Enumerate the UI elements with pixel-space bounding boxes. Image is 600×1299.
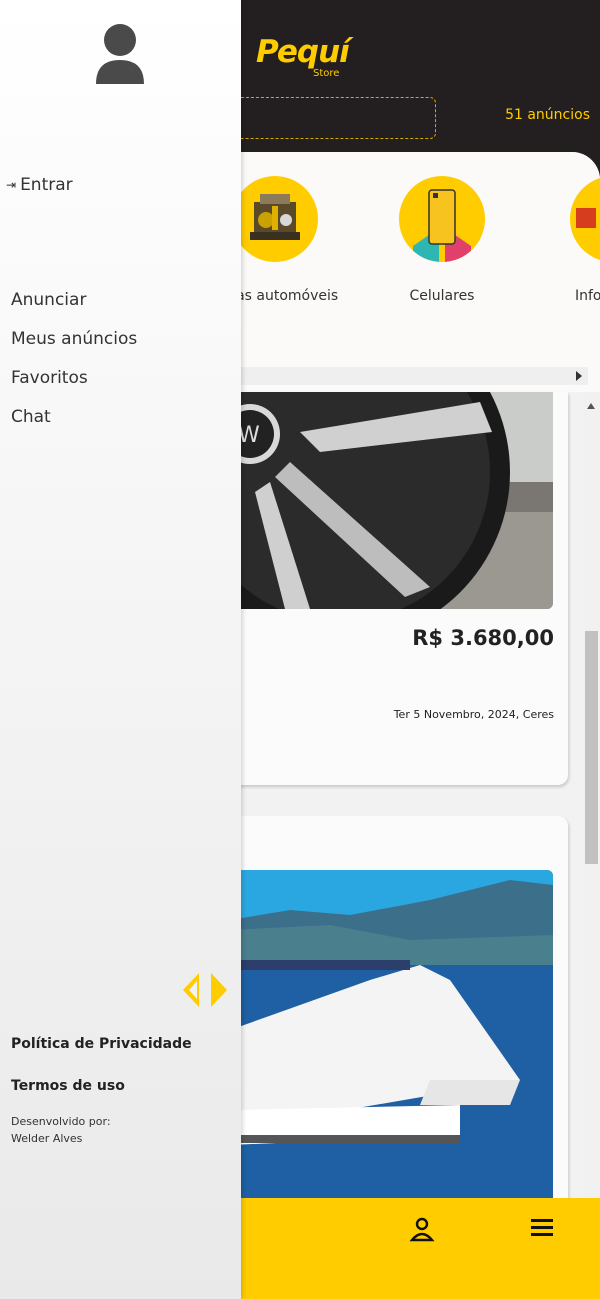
category-item[interactable]: Celulares (367, 176, 517, 304)
menu-icon[interactable] (530, 1216, 554, 1240)
category-label: Celulares (409, 288, 475, 304)
listing-date: Ter 5 Novembro, 2024, Ceres (393, 708, 554, 721)
category-label: Informática (575, 288, 600, 304)
search-input[interactable] (220, 97, 436, 139)
logo[interactable]: Pequí (256, 34, 350, 70)
category-item[interactable]: Informática (542, 176, 600, 304)
drawer-toggle-icon[interactable] (181, 971, 229, 1009)
svg-text:W: W (238, 423, 260, 448)
developer-name: Welder Alves (11, 1132, 83, 1145)
scrollbar-thumb[interactable] (585, 631, 598, 864)
informatics-icon (570, 176, 600, 262)
menu-item-anunciar[interactable]: Anunciar (11, 290, 86, 310)
menu-item-favoritos[interactable]: Favoritos (11, 368, 88, 388)
car-wheel-photo: W (230, 392, 553, 609)
listing-price: R$ 3.680,00 (412, 626, 554, 650)
scroll-right-icon[interactable] (576, 371, 582, 381)
scroll-up-icon[interactable] (587, 403, 595, 409)
privacy-policy-link[interactable]: Política de Privacidade (11, 1036, 192, 1052)
login-icon: ⇥ (6, 178, 17, 192)
menu-item-chat[interactable]: Chat (11, 407, 51, 427)
logo-subtitle: Store (313, 68, 340, 79)
page-scrollbar[interactable] (583, 393, 600, 1199)
terms-link[interactable]: Termos de uso (11, 1078, 125, 1094)
ad-count: 51 anúncios (505, 107, 590, 123)
menu-item-meus-anuncios[interactable]: Meus anúncios (11, 329, 137, 349)
side-drawer: ⇥ Entrar Anunciar Meus anúncios Favorito… (0, 0, 241, 1299)
developer-label: Desenvolvido por: (11, 1115, 111, 1128)
category-scrollbar[interactable] (240, 367, 588, 385)
app-root: Pequí Store 51 anúncios Peças automóveis… (0, 0, 600, 1299)
avatar-icon (94, 22, 146, 86)
engine-icon (232, 176, 318, 262)
smartphone-icon (399, 176, 485, 262)
user-icon[interactable] (409, 1216, 435, 1242)
login-link[interactable]: ⇥ Entrar (6, 175, 73, 195)
login-label: Entrar (20, 175, 73, 195)
boat-photo (230, 870, 553, 1200)
